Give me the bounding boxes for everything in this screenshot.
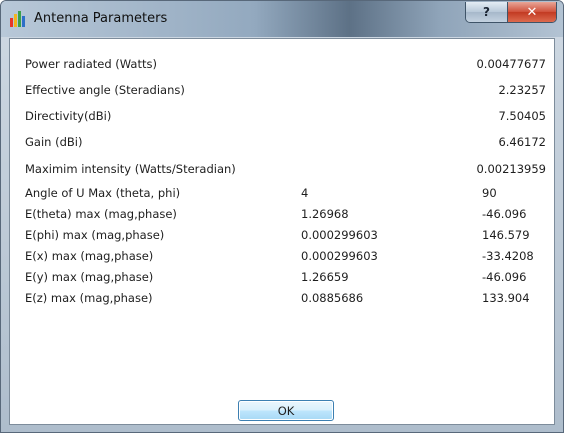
parameter-value-2: 90 [482,186,497,200]
parameter-value: 6.46172 [498,135,546,149]
parameter-value-1: 4 [301,186,309,200]
parameter-label: Directivity(dBi) [25,109,112,123]
parameter-row-e-x-max: E(x) max (mag,phase) 0.000299603 -33.420… [10,246,554,266]
parameter-row-e-z-max: E(z) max (mag,phase) 0.0885686 133.904 [10,288,554,308]
parameter-value-1: 0.000299603 [301,249,378,263]
close-button[interactable]: ✕ [508,2,556,22]
parameters-panel: Power radiated (Watts) 0.00477677 Effect… [9,38,555,425]
parameter-label: Gain (dBi) [25,135,83,149]
parameter-value-1: 0.000299603 [301,228,378,242]
parameter-value-1: 1.26659 [301,270,349,284]
parameter-label: E(phi) max (mag,phase) [25,228,165,242]
antenna-parameters-dialog: Antenna Parameters ? ✕ Power radiated (W… [0,0,564,433]
parameter-label: Angle of U Max (theta, phi) [25,186,181,200]
parameter-label: Power radiated (Watts) [25,57,157,71]
parameter-row-angle-u-max: Angle of U Max (theta, phi) 4 90 [10,183,554,203]
parameter-value: 0.00477677 [476,57,546,71]
parameter-label: Effective angle (Steradians) [25,83,185,97]
parameter-row-directivity: Directivity(dBi) 7.50405 [10,106,554,126]
help-icon: ? [483,5,490,19]
parameter-value-2: 146.579 [482,228,530,242]
caption-buttons: ? ✕ [465,2,557,23]
ok-button[interactable]: OK [238,400,334,421]
parameter-value: 2.23257 [498,83,546,97]
parameter-value: 7.50405 [498,109,546,123]
parameter-row-max-intensity: Maximim intensity (Watts/Steradian) 0.00… [10,159,554,179]
parameter-value-2: -46.096 [482,270,527,284]
parameter-value-1: 1.26968 [301,207,349,221]
parameter-row-e-y-max: E(y) max (mag,phase) 1.26659 -46.096 [10,267,554,287]
parameter-row-effective-angle: Effective angle (Steradians) 2.23257 [10,80,554,100]
parameter-row-gain: Gain (dBi) 6.46172 [10,132,554,152]
close-icon: ✕ [526,4,538,20]
parameter-value: 0.00213959 [476,162,546,176]
help-button[interactable]: ? [466,2,508,22]
parameter-value-2: 133.904 [482,291,530,305]
parameter-label: Maximim intensity (Watts/Steradian) [25,162,236,176]
parameter-row-e-theta-max: E(theta) max (mag,phase) 1.26968 -46.096 [10,204,554,224]
parameter-label: E(y) max (mag,phase) [25,270,154,284]
window-title: Antenna Parameters [34,11,168,26]
parameter-row-power-radiated: Power radiated (Watts) 0.00477677 [10,54,554,74]
parameter-value-1: 0.0885686 [301,291,364,305]
parameter-label: E(x) max (mag,phase) [25,249,154,263]
parameter-value-2: -33.4208 [482,249,534,263]
parameter-label: E(z) max (mag,phase) [25,291,153,305]
parameter-value-2: -46.096 [482,207,527,221]
parameter-label: E(theta) max (mag,phase) [25,207,177,221]
title-bar[interactable]: Antenna Parameters ? ✕ [1,1,563,37]
parameter-row-e-phi-max: E(phi) max (mag,phase) 0.000299603 146.5… [10,225,554,245]
app-icon [10,11,25,27]
